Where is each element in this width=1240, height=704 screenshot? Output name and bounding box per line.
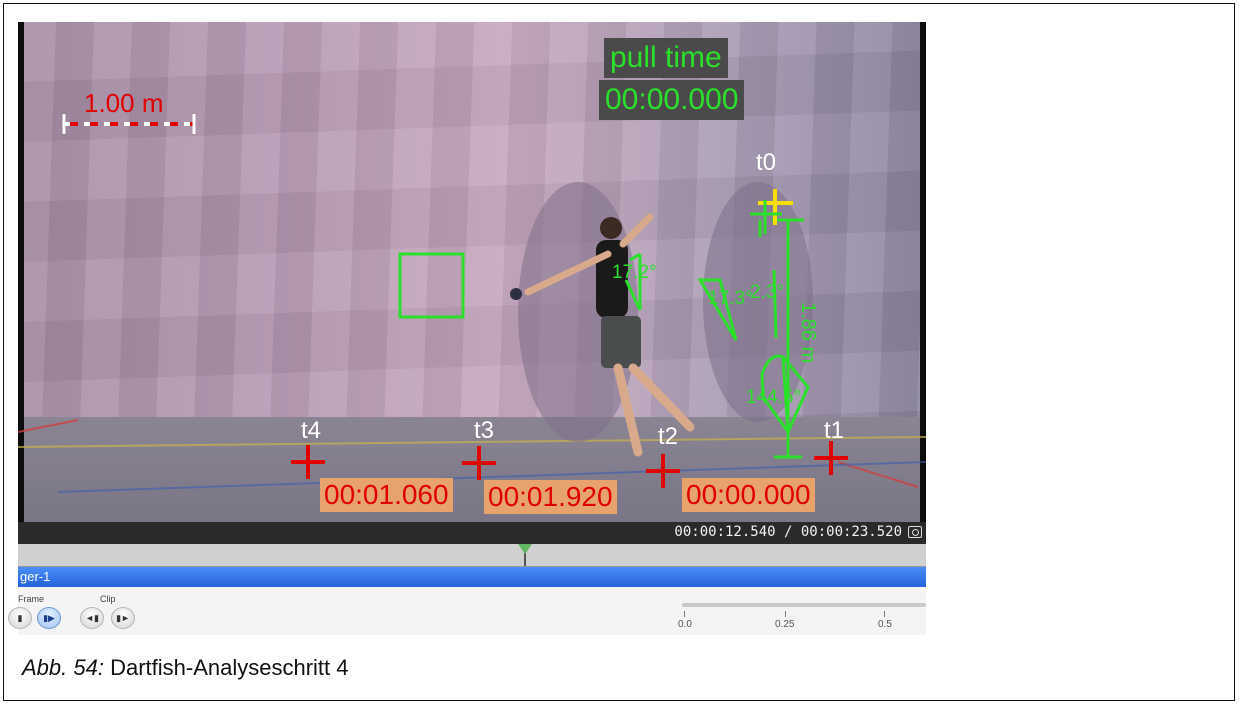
step-forward-frame-button[interactable]: ▮▶	[37, 607, 61, 629]
hip-line	[772, 269, 778, 339]
t3-label: t3	[474, 417, 495, 444]
track-name: ger-1	[20, 569, 51, 584]
t4-time: 00:01.060	[320, 478, 453, 512]
t1-time: 00:00.000	[682, 478, 815, 512]
shoulder-angle-text: 17.2°	[612, 262, 657, 283]
speed-tick-025: 0.25	[775, 619, 795, 630]
camera-icon[interactable]	[908, 526, 922, 538]
t1-label: t1	[824, 417, 845, 444]
t2-cross	[646, 454, 680, 488]
t4-cross	[291, 445, 325, 479]
caption-prefix: Abb. 54:	[22, 655, 104, 680]
track-bar[interactable]: ger-1	[18, 567, 926, 587]
speed-slider[interactable]	[682, 603, 926, 607]
clip-start-button[interactable]: ◄▮	[80, 607, 104, 629]
knee-angle-text: 144.5°	[746, 387, 801, 408]
pull-time-label: pull time	[604, 38, 728, 78]
t4-label: t4	[301, 417, 322, 444]
hip2-angle-text: 2.3°	[750, 282, 784, 303]
playhead-icon[interactable]	[518, 544, 532, 554]
scale-label: 1.00 m	[84, 88, 164, 118]
speed-tick-mark	[684, 611, 685, 617]
t1-cross	[814, 441, 848, 475]
speed-tick-05: 0.5	[878, 619, 892, 630]
timecode: 00:00:12.540 / 00:00:23.520	[674, 524, 902, 540]
t0-label: t0	[756, 149, 777, 176]
clip-end-button[interactable]: ▮►	[111, 607, 135, 629]
t3-time: 00:01.920	[484, 480, 617, 514]
video-status-bar: 00:00:12.540 / 00:00:23.520	[18, 522, 926, 544]
step-back-frame-button[interactable]: ▮	[8, 607, 32, 629]
hip-angle-text: 17.3°	[708, 288, 753, 309]
t3-cross	[462, 446, 496, 480]
video-frame[interactable]: 17.2° 17.3° 2.3° 144.5° 1.86 m 1.00 m pu…	[18, 22, 926, 522]
speed-tick-mark	[884, 611, 885, 617]
clip-label: Clip	[100, 594, 116, 604]
pull-time-value: 00:00.000	[599, 80, 745, 120]
frame-label: Frame	[18, 594, 45, 604]
caption-text: Dartfish-Analyseschritt 4	[103, 655, 349, 680]
figure-caption: Abb. 54: Dartfish-Analyseschritt 4	[22, 655, 348, 681]
t2-label: t2	[658, 423, 679, 450]
timeline-scrubber[interactable]	[18, 544, 926, 567]
playback-controls: Frame ▮ ▮▶ Clip ◄▮ ▮► 0.0 0.25 0.5	[8, 587, 926, 635]
target-square	[398, 252, 465, 319]
height-text: 1.86 m	[797, 302, 819, 363]
speed-tick-0: 0.0	[678, 619, 692, 630]
speed-tick-mark	[785, 611, 786, 617]
